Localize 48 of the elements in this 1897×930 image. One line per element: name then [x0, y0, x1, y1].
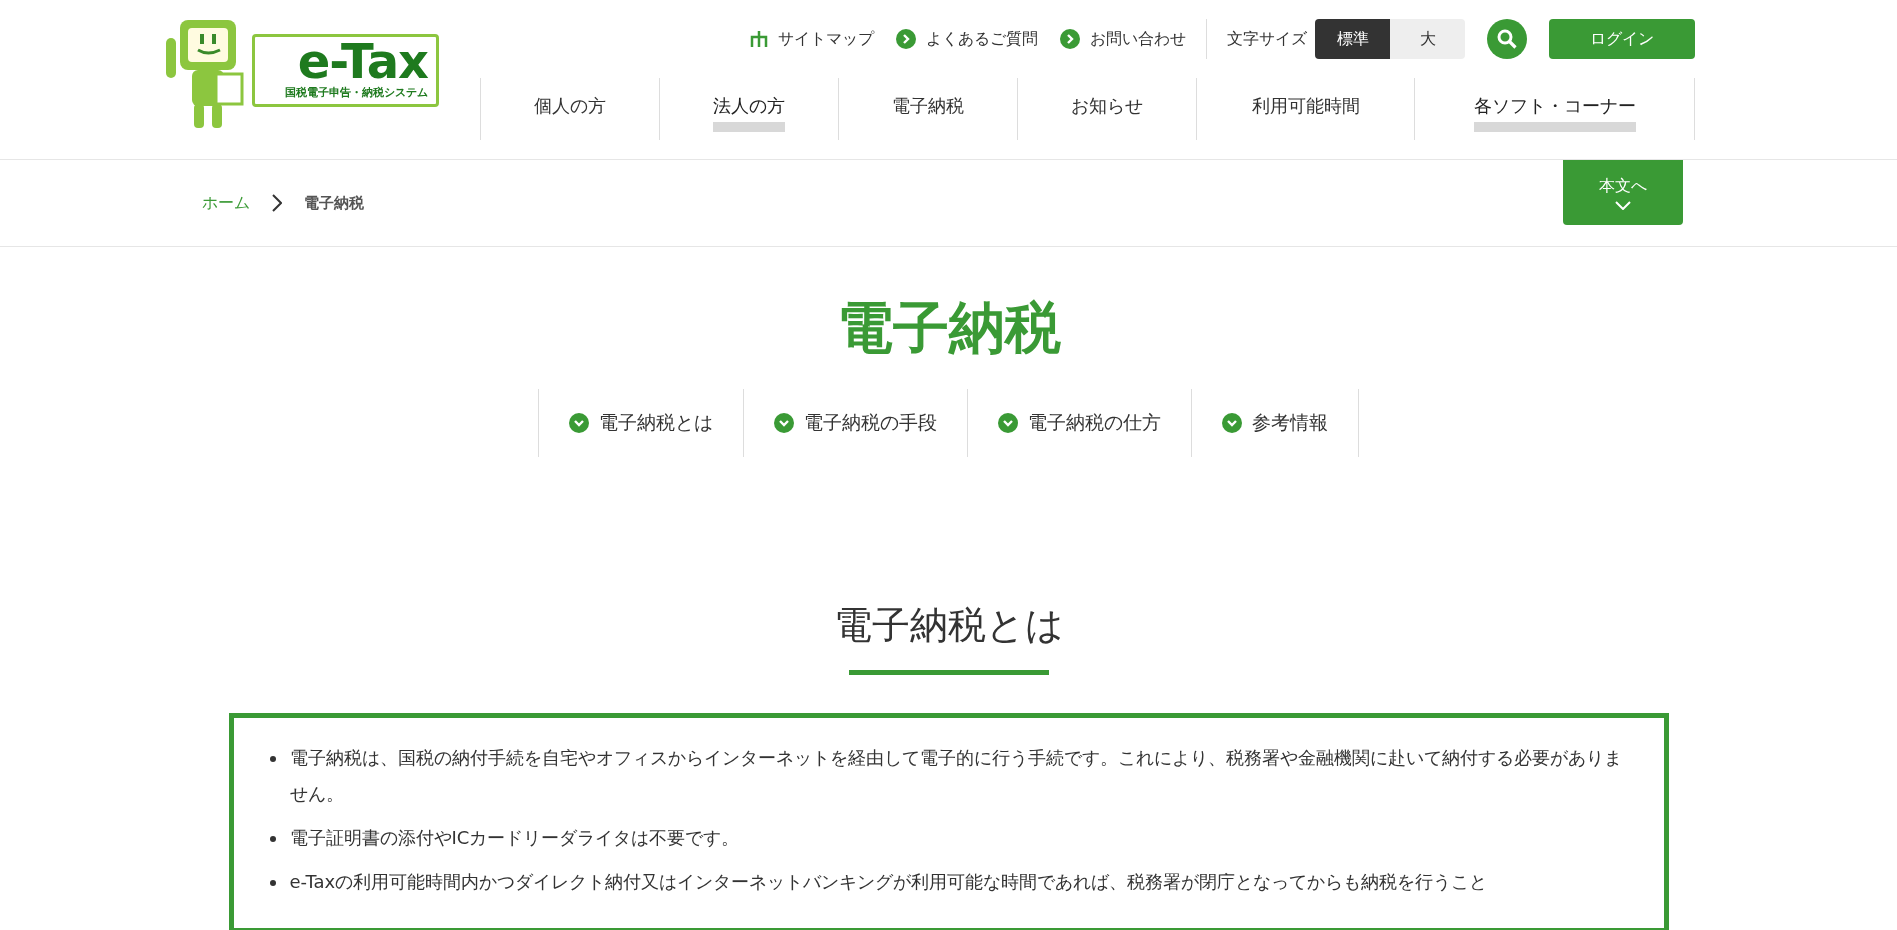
anchor-link[interactable]: 電子納税とは: [538, 388, 743, 457]
logo-frame[interactable]: e-Tax 国税電子申告・納税システム: [252, 34, 439, 107]
nav-label: お知らせ: [1071, 94, 1143, 118]
logo-text: e-Tax: [297, 37, 428, 85]
utility-link[interactable]: よくあるご質問: [896, 28, 1038, 50]
chevron-down-icon: [1615, 200, 1631, 210]
nav-label: 各ソフト・コーナー: [1473, 94, 1636, 132]
nav-label: 法人の方: [713, 94, 785, 132]
bullet-icon: [269, 756, 276, 763]
search-button[interactable]: [1487, 19, 1527, 59]
utility-link[interactable]: お問い合わせ: [1060, 28, 1186, 50]
anchor-link[interactable]: 電子納税の仕方: [967, 388, 1191, 457]
chevron-down-circle-icon: [774, 412, 794, 433]
login-button[interactable]: ログイン: [1549, 19, 1695, 59]
nav-tab[interactable]: 各ソフト・コーナー: [1414, 78, 1695, 140]
nav-tab[interactable]: お知らせ: [1017, 78, 1196, 140]
chevron-down-circle-icon: [1222, 412, 1242, 433]
text-size-option[interactable]: 大: [1390, 19, 1465, 59]
nav-tab[interactable]: 法人の方: [659, 78, 838, 140]
utility-link[interactable]: サイトマップ: [750, 28, 874, 50]
nav-label: 電子納税: [892, 94, 964, 118]
bullet-text: 電子証明書の添付やICカードリーダライタは不要です。: [289, 826, 740, 851]
page-title: 電子納税: [835, 297, 1062, 359]
nav-label: 個人の方: [534, 94, 606, 118]
chevron-down-circle-icon: [998, 412, 1018, 433]
anchor-link[interactable]: 参考情報: [1191, 388, 1359, 457]
sitemap-icon: [750, 31, 768, 47]
bullet-text: 電子納税は、国税の納付手続を自宅やオフィスからインターネットを経由して電子的に行う手続です。これにより、税務署や金融機関に赴いて納付する必要がありません。: [289, 746, 1623, 807]
breadcrumb-link[interactable]: ホーム: [202, 192, 250, 214]
logo-subtitle: 国税電子申告・納税システム: [285, 85, 428, 100]
arrow-circle-icon: [1060, 29, 1080, 49]
nav-label: 利用可能時間: [1251, 94, 1360, 118]
bullet-icon: [269, 880, 276, 887]
chevron-down-circle-icon: [569, 412, 589, 433]
chevron-right-icon: [272, 194, 282, 212]
search-icon: [1497, 29, 1517, 49]
text-size-label: 文字サイズ: [1227, 28, 1307, 50]
nav-tab[interactable]: 個人の方: [480, 78, 659, 140]
breadcrumb-current: 電子納税: [304, 193, 364, 213]
arrow-circle-icon: [896, 29, 916, 49]
text-size-option[interactable]: 標準: [1315, 19, 1390, 59]
bullet-text: e-Taxの利用可能時間内かつダイレクト納付又はインターネットバンキングが利用可能な時間であれば、税務署が閉庁となってからも納税を行うこと: [289, 870, 1488, 895]
anchor-link[interactable]: 電子納税の手段: [743, 388, 967, 457]
nav-tab[interactable]: 電子納税: [838, 78, 1017, 140]
bullet-icon: [269, 836, 276, 843]
section-heading: 電子納税とは: [832, 604, 1065, 647]
nav-tab[interactable]: 利用可能時間: [1196, 78, 1414, 140]
skip-to-content-button[interactable]: 本文へ: [1563, 160, 1683, 225]
